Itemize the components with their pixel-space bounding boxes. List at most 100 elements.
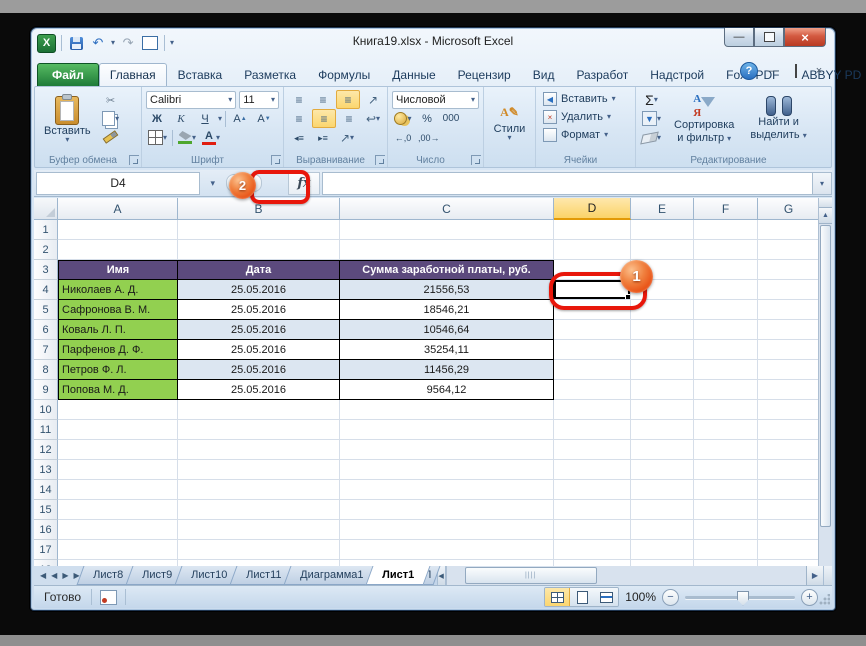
cell-G10[interactable] [758, 400, 820, 420]
column-header-C[interactable]: C [340, 198, 554, 220]
cell-F13[interactable] [694, 460, 758, 480]
zoom-in-button[interactable]: + [801, 589, 818, 606]
cell-G16[interactable] [758, 520, 820, 540]
cell-E7[interactable] [631, 340, 694, 360]
zoom-level[interactable]: 100% [625, 590, 656, 604]
cell-G8[interactable] [758, 360, 820, 380]
font-family-combo[interactable]: Calibri▾ [146, 91, 236, 109]
select-all-corner[interactable] [34, 198, 58, 220]
wrap-text-button[interactable]: ↗▾ [336, 129, 358, 146]
cell-B1[interactable] [178, 220, 340, 240]
scroll-up-button[interactable]: ▲ [819, 208, 832, 224]
cell-E9[interactable] [631, 380, 694, 400]
cell-C5[interactable]: 18546,21 [340, 300, 554, 320]
cell-F7[interactable] [694, 340, 758, 360]
column-header-D[interactable]: D [554, 198, 631, 220]
cell-A2[interactable] [58, 240, 178, 260]
cell-D14[interactable] [554, 480, 631, 500]
cell-F10[interactable] [694, 400, 758, 420]
cell-A4[interactable]: Николаев А. Д. [58, 280, 178, 300]
cell-G15[interactable] [758, 500, 820, 520]
restore-button[interactable] [754, 28, 784, 47]
cell-C4[interactable]: 21556,53 [340, 280, 554, 300]
row-header-13[interactable]: 13 [34, 460, 58, 480]
tab-page-layout[interactable]: Разметка [233, 63, 307, 86]
cell-G17[interactable] [758, 540, 820, 560]
cell-F4[interactable] [694, 280, 758, 300]
cell-C8[interactable]: 11456,29 [340, 360, 554, 380]
tab-home[interactable]: Главная [99, 63, 167, 86]
sort-filter-button[interactable]: АЯ Сортировкаи фильтр ▾ [669, 90, 739, 148]
cell-D8[interactable] [554, 360, 631, 380]
format-cells-button[interactable]: Формат▾ [540, 126, 631, 144]
page-layout-view-button[interactable] [570, 588, 594, 606]
underline-button[interactable]: Ч [194, 110, 216, 127]
cell-B2[interactable] [178, 240, 340, 260]
cell-D7[interactable] [554, 340, 631, 360]
tab-developer[interactable]: Разработ [565, 63, 639, 86]
font-size-combo[interactable]: 11▾ [239, 91, 279, 109]
horizontal-scrollbar[interactable]: |||| [446, 566, 806, 585]
cell-C6[interactable]: 10546,64 [340, 320, 554, 340]
styles-button[interactable]: A✎ Стили ▾ [488, 90, 531, 148]
workbook-minimize-icon[interactable]: — [765, 65, 781, 77]
paste-button[interactable]: Вставить ▾ [39, 90, 96, 148]
first-sheet-button[interactable]: ◀ [38, 571, 48, 580]
sheet-tab-list1-active[interactable]: Лист1 [366, 566, 431, 585]
cell-A13[interactable] [58, 460, 178, 480]
cell-C15[interactable] [340, 500, 554, 520]
cell-F3[interactable] [694, 260, 758, 280]
row-header-17[interactable]: 17 [34, 540, 58, 560]
cell-C16[interactable] [340, 520, 554, 540]
cell-A9[interactable]: Попова М. Д. [58, 380, 178, 400]
cell-F8[interactable] [694, 360, 758, 380]
next-sheet-button[interactable]: ▶ [60, 571, 70, 580]
cell-G2[interactable] [758, 240, 820, 260]
prev-sheet-button[interactable]: ◀ [49, 571, 59, 580]
cell-G9[interactable] [758, 380, 820, 400]
cell-D11[interactable] [554, 420, 631, 440]
number-format-combo[interactable]: Числовой▾ [392, 91, 479, 109]
row-header-15[interactable]: 15 [34, 500, 58, 520]
cell-D1[interactable] [554, 220, 631, 240]
cell-F12[interactable] [694, 440, 758, 460]
dialog-launcher-icon[interactable] [375, 155, 385, 165]
dialog-launcher-icon[interactable] [471, 155, 481, 165]
row-header-1[interactable]: 1 [34, 220, 58, 240]
cell-C9[interactable]: 9564,12 [340, 380, 554, 400]
cell-C17[interactable] [340, 540, 554, 560]
cell-F15[interactable] [694, 500, 758, 520]
cell-A11[interactable] [58, 420, 178, 440]
cell-E2[interactable] [631, 240, 694, 260]
cell-C14[interactable] [340, 480, 554, 500]
cell-C3[interactable]: Сумма заработной платы, руб. [340, 260, 554, 280]
cell-F16[interactable] [694, 520, 758, 540]
dialog-launcher-icon[interactable] [129, 155, 139, 165]
cell-D16[interactable] [554, 520, 631, 540]
tab-data[interactable]: Данные [381, 63, 446, 86]
cell-A12[interactable] [58, 440, 178, 460]
cell-E17[interactable] [631, 540, 694, 560]
zoom-slider-thumb[interactable] [737, 591, 749, 606]
formula-input[interactable] [322, 172, 812, 195]
column-header-F[interactable]: F [694, 198, 758, 220]
cell-G13[interactable] [758, 460, 820, 480]
cell-D12[interactable] [554, 440, 631, 460]
cell-B10[interactable] [178, 400, 340, 420]
row-header-7[interactable]: 7 [34, 340, 58, 360]
italic-button[interactable]: К [170, 110, 192, 127]
align-bottom-button[interactable]: ≡ [336, 90, 360, 109]
accounting-format-button[interactable]: ▾ [392, 110, 414, 127]
page-break-view-button[interactable] [594, 588, 618, 606]
cell-E8[interactable] [631, 360, 694, 380]
name-box[interactable]: D4▾ [36, 172, 200, 195]
cell-F17[interactable] [694, 540, 758, 560]
cell-G14[interactable] [758, 480, 820, 500]
row-header-10[interactable]: 10 [34, 400, 58, 420]
cell-C13[interactable] [340, 460, 554, 480]
resize-grip[interactable] [818, 594, 830, 606]
borders-button[interactable]: ▾ [146, 129, 169, 146]
cell-G3[interactable] [758, 260, 820, 280]
cell-E13[interactable] [631, 460, 694, 480]
cell-E1[interactable] [631, 220, 694, 240]
